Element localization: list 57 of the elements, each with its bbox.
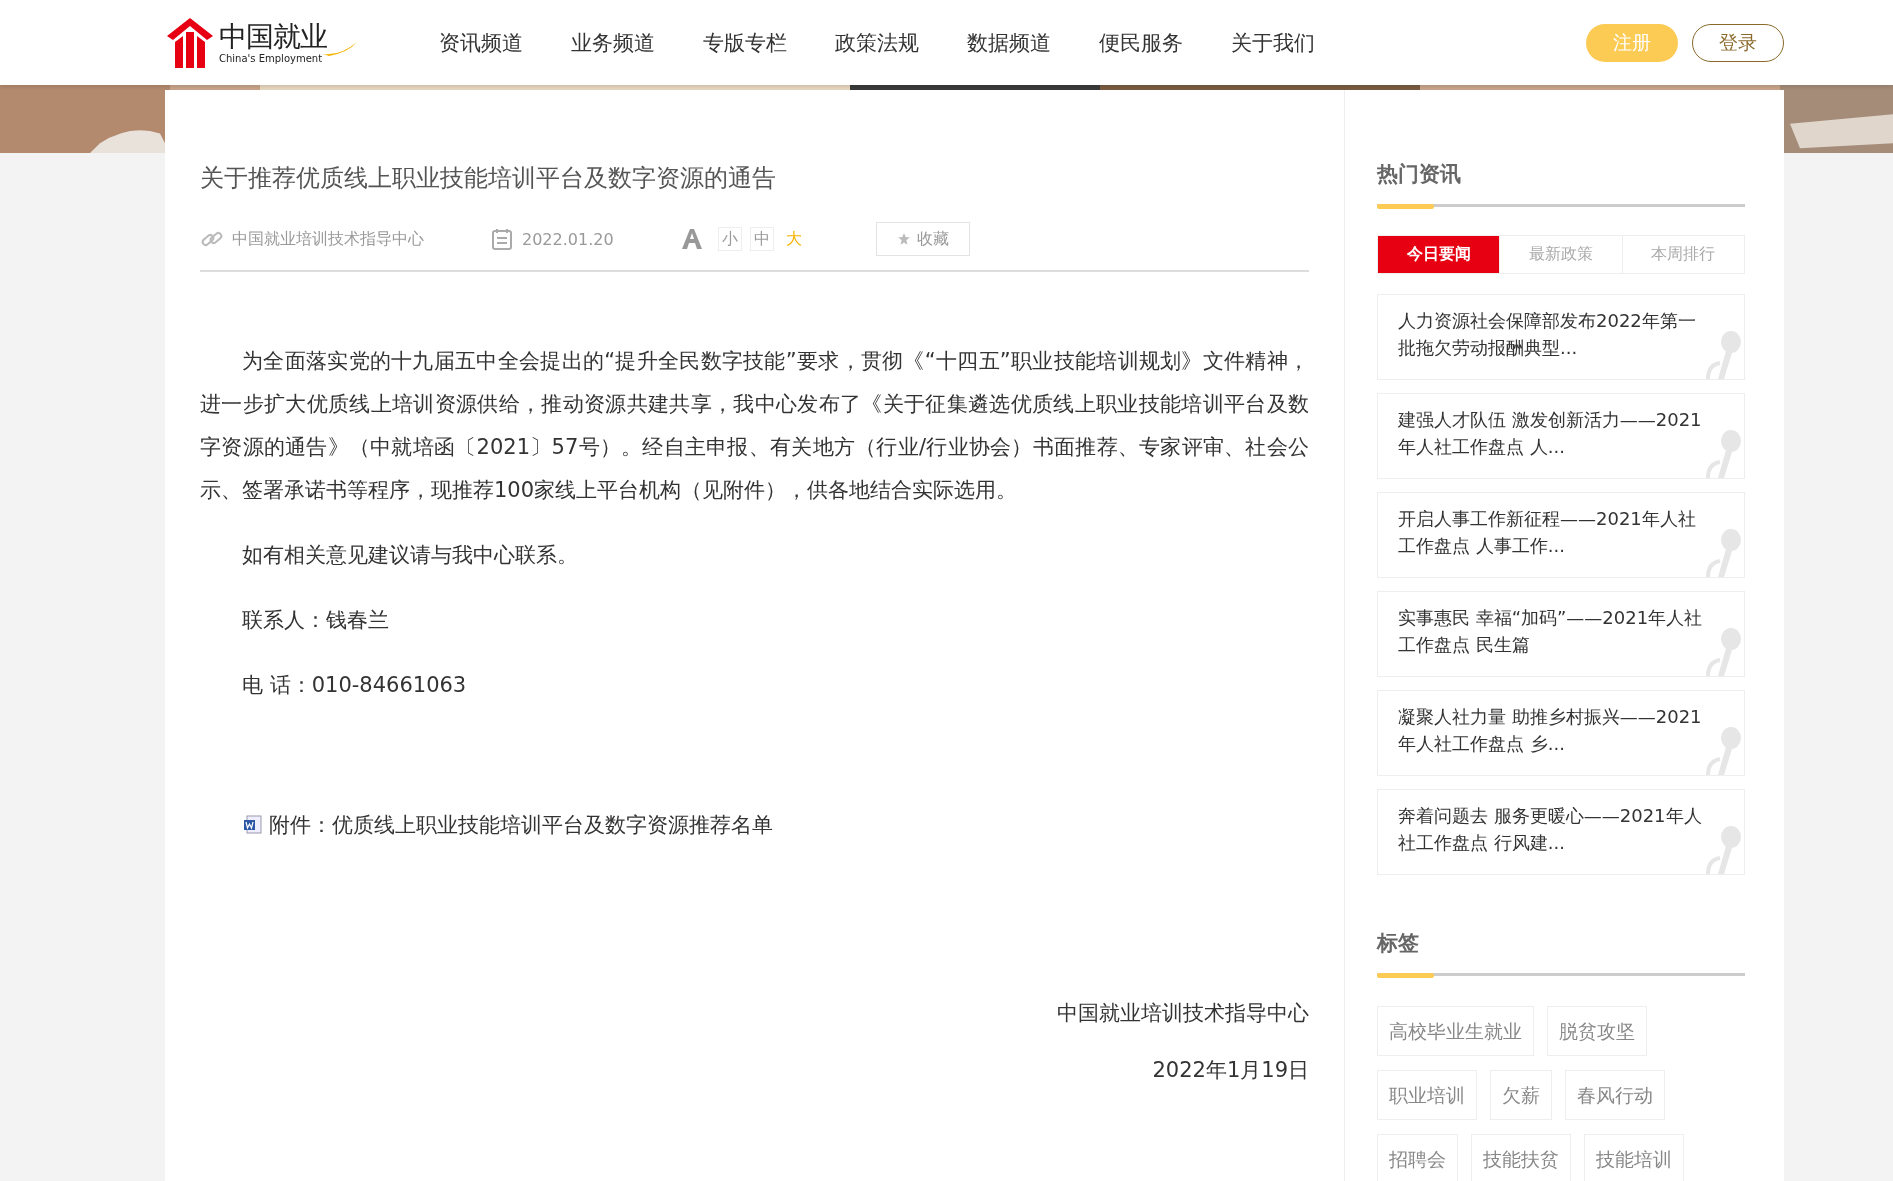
tag-link[interactable]: 脱贫攻坚 — [1547, 1006, 1647, 1056]
news-title: 奔着问题去 服务更暖心——2021年人社工作盘点 行风建... — [1398, 804, 1703, 855]
star-icon — [896, 232, 911, 246]
news-card[interactable]: 凝聚人社力量 助推乡村振兴——2021年人社工作盘点 乡... — [1377, 690, 1745, 776]
nav-link[interactable]: 关于我们 — [1207, 28, 1339, 57]
paragraph: 联系人：钱春兰 — [241, 607, 390, 634]
microphone-icon — [1704, 428, 1744, 478]
favorite-button[interactable]: 收藏 — [875, 222, 970, 256]
tag-link[interactable]: 技能扶贫 — [1471, 1134, 1571, 1181]
microphone-icon — [1704, 329, 1744, 379]
attachment-link[interactable]: 附件：优质线上职业技能培训平台及数字资源推荐名单 — [269, 811, 773, 839]
nav-link[interactable]: 资讯频道 — [415, 28, 547, 57]
microphone-icon — [1704, 527, 1744, 577]
login-button[interactable]: 登录 — [1692, 23, 1784, 62]
microphone-icon — [1704, 626, 1744, 676]
section-title: 标签 — [1377, 930, 1420, 957]
signature-date: 2022年1月19日 — [1152, 1057, 1309, 1084]
news-card[interactable]: 开启人事工作新征程——2021年人社工作盘点 人事工作... — [1377, 492, 1745, 578]
calendar-icon — [490, 227, 514, 251]
tab[interactable]: 今日要闻 — [1378, 236, 1500, 273]
paragraph: 电 话：010-84661063 — [241, 672, 468, 699]
news-card[interactable]: 实事惠民 幸福“加码”——2021年人社工作盘点 民生篇 — [1377, 591, 1745, 677]
news-title: 建强人才队伍 激发创新活力——2021年人社工作盘点 人... — [1398, 408, 1703, 459]
tag-link[interactable]: 高校毕业生就业 — [1377, 1006, 1534, 1056]
nav-link[interactable]: 专版专栏 — [679, 28, 811, 57]
tag-link[interactable]: 职业培训 — [1377, 1070, 1477, 1120]
font-size-option[interactable]: 中 — [749, 227, 774, 251]
paragraph: 为全面落实党的十九届五中全会提出的“提升全民数字技能”要求，贯彻《“十四五”职业技能培训规划》文件精神，进一步扩大优质线上培训资源供给，推动资源共建共享，我中心发布了《关于征集遴选优质线上职业技能培训平台及数字资源的通告》（中就培函〔2021〕57号）。经自主申报、有关地方（行业/行业协会）书面推荐、专家评审、社会公示、签署承诺书等程序，现推荐100家线上平台机构（见附件），供各地结合实际选用。 — [200, 348, 1309, 504]
paragraph: 如有相关意见建议请与我中心联系。 — [241, 542, 579, 569]
tag-link[interactable]: 欠薪 — [1490, 1070, 1552, 1120]
news-title: 人力资源社会保障部发布2022年第一批拖欠劳动报酬典型... — [1398, 309, 1697, 360]
nav-link[interactable]: 业务频道 — [547, 28, 679, 57]
microphone-icon — [1704, 725, 1744, 775]
tag-link[interactable]: 技能培训 — [1584, 1134, 1684, 1181]
article-title: 关于推荐优质线上职业技能培训平台及数字资源的通告 — [200, 163, 777, 194]
news-title: 开启人事工作新征程——2021年人社工作盘点 人事工作... — [1398, 507, 1697, 558]
section-title: 热门资讯 — [1377, 161, 1462, 188]
nav-link[interactable]: 数据频道 — [943, 28, 1075, 57]
nav-link[interactable]: 便民服务 — [1075, 28, 1207, 57]
font-size-option[interactable]: 小 — [717, 227, 742, 251]
news-card[interactable]: 奔着问题去 服务更暖心——2021年人社工作盘点 行风建... — [1377, 789, 1745, 875]
source-text: 中国就业培训技术指导中心 — [232, 228, 424, 250]
logo-subtitle: China's Employment — [219, 52, 324, 65]
date-text: 2022.01.20 — [522, 229, 614, 249]
font-size-icon — [679, 227, 704, 251]
news-title: 凝聚人社力量 助推乡村振兴——2021年人社工作盘点 乡... — [1398, 705, 1703, 756]
nav-link[interactable]: 政策法规 — [811, 28, 943, 57]
tag-link[interactable]: 招聘会 — [1377, 1134, 1458, 1181]
document-icon — [243, 815, 263, 835]
news-card[interactable]: 人力资源社会保障部发布2022年第一批拖欠劳动报酬典型... — [1377, 294, 1745, 380]
signature-text: 中国就业培训技术指导中心 — [1057, 1000, 1309, 1027]
news-title: 实事惠民 幸福“加码”——2021年人社工作盘点 民生篇 — [1398, 606, 1704, 657]
news-card[interactable]: 建强人才队伍 激发创新活力——2021年人社工作盘点 人... — [1377, 393, 1745, 479]
tag-link[interactable]: 春风行动 — [1565, 1070, 1665, 1120]
logo-icon[interactable] — [165, 15, 215, 70]
microphone-icon — [1704, 824, 1744, 874]
logo-text: 中国就业 — [219, 20, 327, 53]
